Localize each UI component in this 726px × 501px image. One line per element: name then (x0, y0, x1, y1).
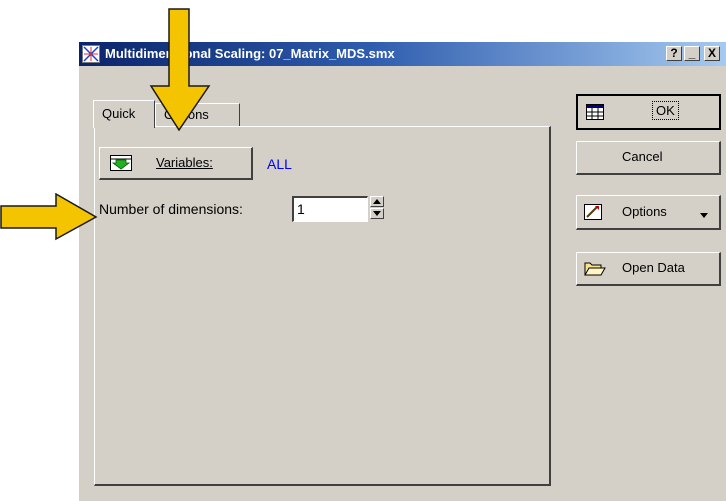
close-button[interactable]: X (704, 46, 720, 61)
open-data-button-label: Open Data (622, 260, 685, 275)
quick-tab-panel: Variables: ALL Number of dimensions: 1 (94, 126, 551, 486)
ok-button-label: OK (652, 101, 679, 120)
variables-icon (110, 155, 132, 174)
options-button-label: Options (622, 204, 667, 219)
options-wand-icon (584, 204, 602, 223)
tab-quick-label: Quick (102, 106, 136, 121)
dimensions-input[interactable]: 1 (292, 196, 368, 222)
ok-button[interactable]: OK (576, 94, 721, 130)
app-scatter-icon (82, 45, 100, 63)
annotation-arrow-down (149, 8, 211, 132)
open-data-button[interactable]: Open Data (576, 252, 721, 286)
dimensions-label: Number of dimensions: (99, 201, 243, 217)
options-button[interactable]: Options (576, 195, 721, 230)
dimensions-stepper[interactable] (370, 196, 384, 220)
open-folder-icon (584, 259, 606, 280)
variables-value: ALL (267, 156, 292, 172)
ok-spreadsheet-icon (586, 104, 604, 123)
spin-down-icon[interactable] (370, 208, 384, 219)
help-button[interactable]: ? (666, 46, 682, 61)
variables-button[interactable]: Variables: (99, 147, 253, 180)
minimize-button[interactable]: _ (684, 46, 700, 61)
variables-button-label: Variables: (156, 155, 213, 170)
cancel-button-label: Cancel (622, 149, 663, 164)
cancel-button[interactable]: Cancel (576, 141, 721, 175)
annotation-arrow-right (0, 193, 98, 241)
tab-quick[interactable]: Quick (93, 100, 155, 128)
spin-up-icon[interactable] (370, 196, 384, 207)
dimensions-value: 1 (297, 201, 305, 217)
dropdown-arrow-icon (699, 208, 709, 223)
